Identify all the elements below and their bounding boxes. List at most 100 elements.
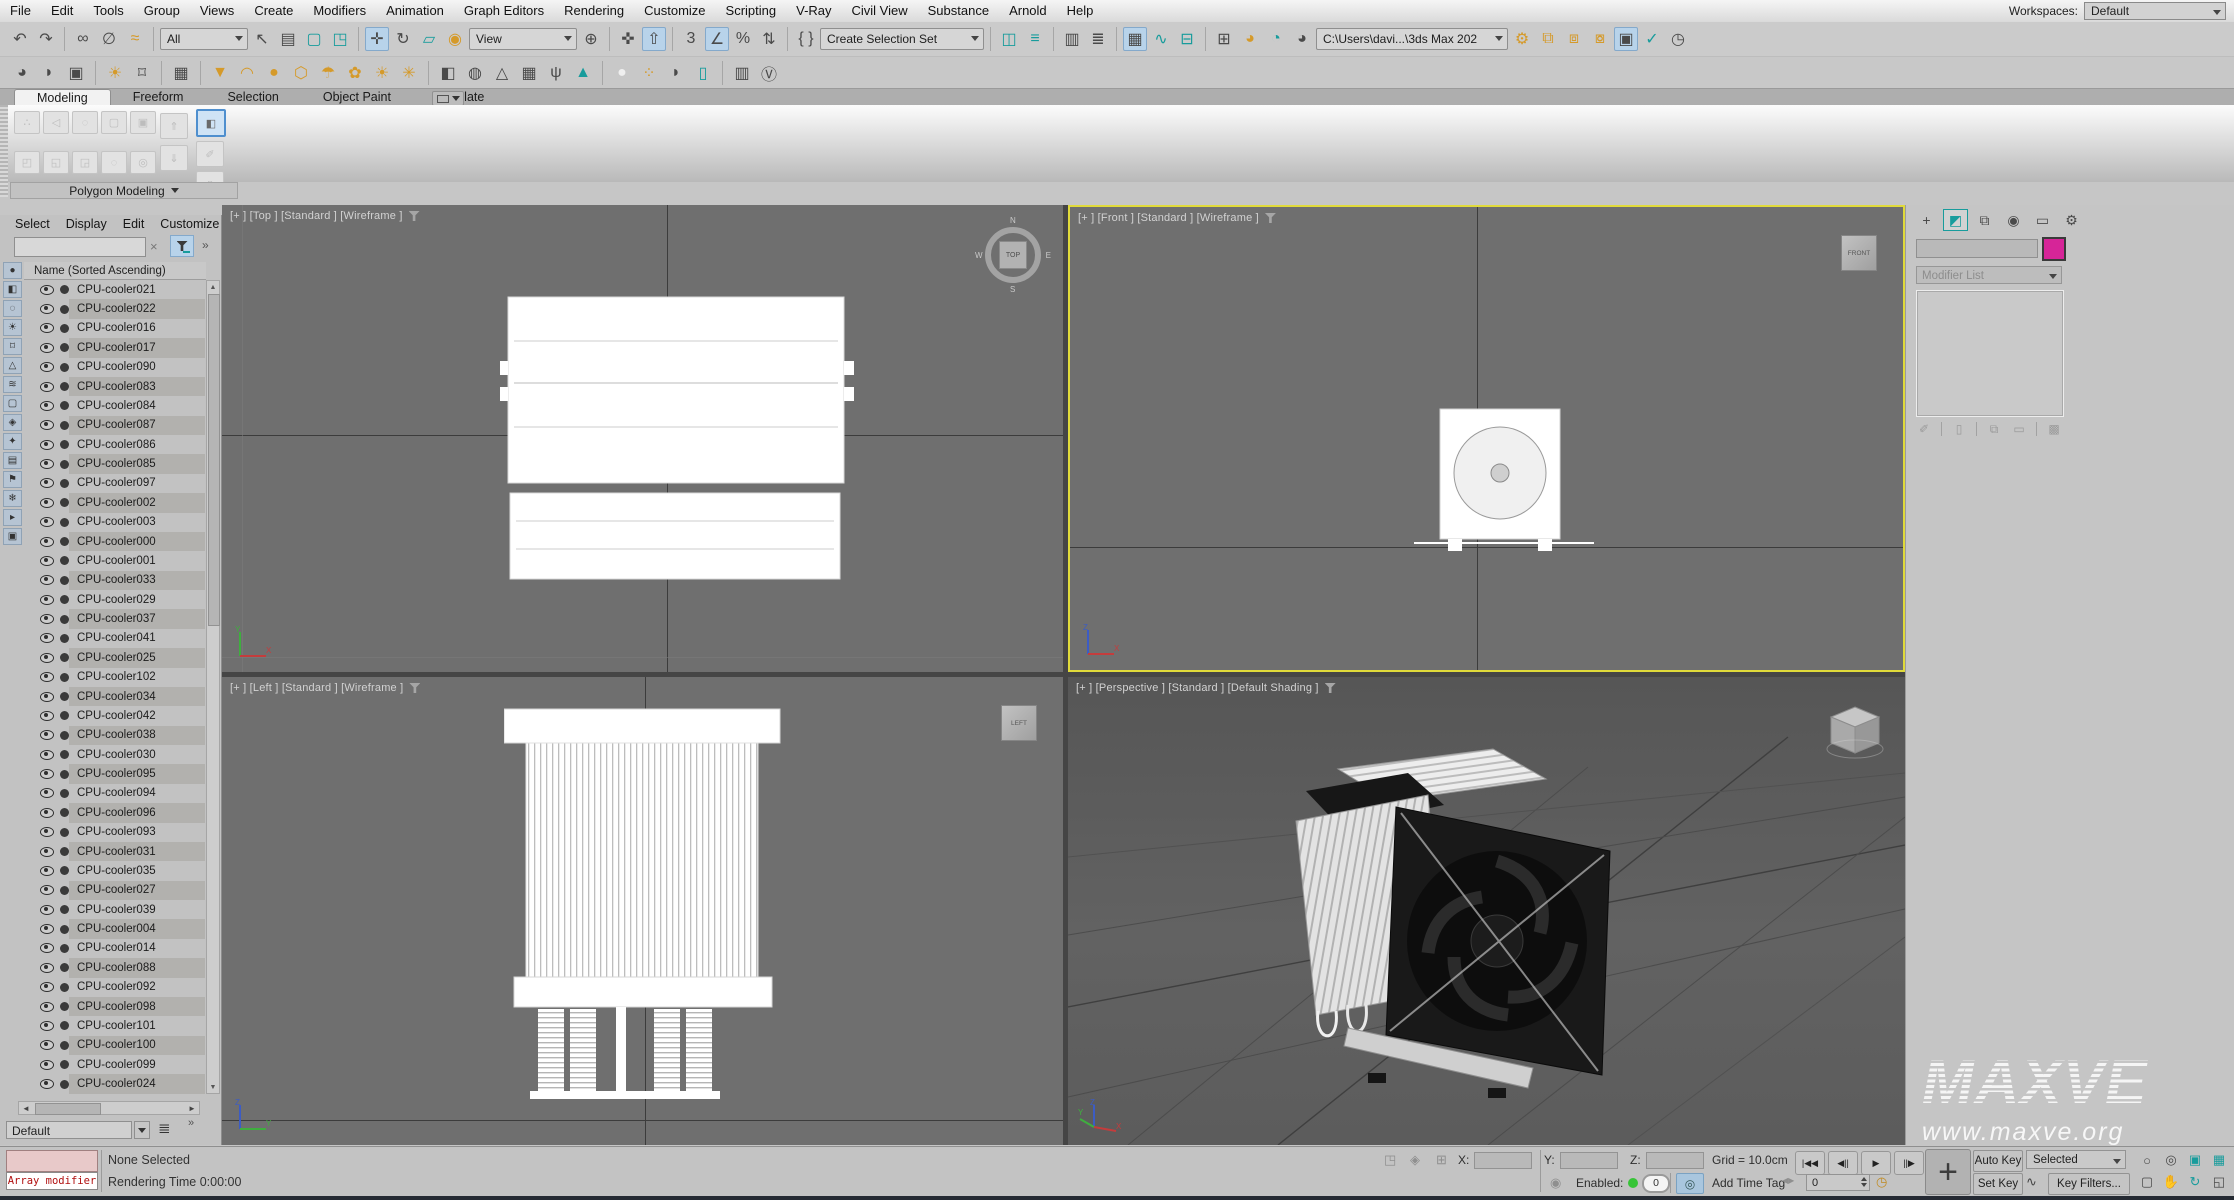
list-item[interactable]: CPU-cooler095	[24, 764, 205, 783]
steering-wheel-icon[interactable]: ◎	[1676, 1173, 1704, 1194]
project-path-dropdown[interactable]: C:\Users\davi...\3ds Max 202	[1316, 28, 1508, 50]
visibility-eye-icon[interactable]	[40, 498, 54, 508]
show-end-result-icon[interactable]: ▯	[1951, 421, 1967, 437]
list-item[interactable]: CPU-cooler094	[24, 784, 205, 803]
align-icon[interactable]: ≡	[1023, 27, 1047, 51]
visibility-eye-icon[interactable]	[40, 672, 54, 682]
expand-icon[interactable]: »	[188, 1117, 194, 1129]
list-item[interactable]: CPU-cooler024	[24, 1074, 205, 1093]
visibility-eye-icon[interactable]	[40, 1060, 54, 1070]
filter-groups-icon[interactable]: ▢	[3, 395, 22, 412]
select-by-name-icon[interactable]: ▤	[276, 27, 300, 51]
isolate-selection-icon[interactable]: ◳	[1384, 1152, 1396, 1168]
pylon-icon[interactable]: △	[490, 61, 514, 85]
compass-south[interactable]: S	[1010, 285, 1015, 294]
selection-dot-icon[interactable]	[60, 421, 69, 430]
box-icon[interactable]: ▣	[64, 61, 88, 85]
visibility-eye-icon[interactable]	[40, 943, 54, 953]
explorer-menu-select[interactable]: Select	[8, 217, 57, 231]
viewport-top[interactable]: [+ ] [Top ] [Standard ] [Wireframe ] TOP…	[222, 205, 1063, 672]
command-panel-tab-utilities[interactable]: ⚙	[2059, 209, 2084, 231]
selection-dot-icon[interactable]	[60, 750, 69, 759]
transform-type-in-icon[interactable]: ⊞	[1436, 1152, 1447, 1168]
toggle-ribbon-icon[interactable]: ▦	[1123, 27, 1147, 51]
list-item[interactable]: CPU-cooler031	[24, 842, 205, 861]
selection-dot-icon[interactable]	[60, 673, 69, 682]
selection-dot-icon[interactable]	[60, 828, 69, 837]
modifier-stack[interactable]	[1916, 290, 2064, 417]
visibility-eye-icon[interactable]	[40, 343, 54, 353]
visibility-eye-icon[interactable]	[40, 653, 54, 663]
viewport-label[interactable]: [+ ] [Perspective ] [Standard ] [Default…	[1076, 682, 1336, 694]
selection-dot-icon[interactable]	[60, 770, 69, 779]
film-camera-icon[interactable]: ▦	[169, 61, 193, 85]
list-item[interactable]: CPU-cooler090	[24, 358, 205, 377]
list-item[interactable]: CPU-cooler035	[24, 861, 205, 880]
list-item[interactable]: CPU-cooler000	[24, 532, 205, 551]
keyboard-shortcut-override-icon[interactable]: ⇧	[642, 27, 666, 51]
visibility-eye-icon[interactable]	[40, 401, 54, 411]
selection-dot-icon[interactable]	[60, 653, 69, 662]
clear-search-icon[interactable]: ×	[150, 239, 158, 254]
zoom-extents-all-button[interactable]: ▦	[2208, 1150, 2230, 1170]
sphere-arc-icon[interactable]: ◗	[37, 61, 61, 85]
visibility-eye-icon[interactable]	[40, 595, 54, 605]
edit-poly-mode-button[interactable]: ◰	[14, 151, 40, 174]
expand-toolbar-icon[interactable]: »	[202, 238, 209, 252]
sphere-swirl-icon[interactable]: ◍	[463, 61, 487, 85]
x-coordinate-input[interactable]	[1474, 1152, 1532, 1169]
sun-light-icon[interactable]: ☀	[370, 61, 394, 85]
go-to-start-button[interactable]: |◀◀	[1795, 1151, 1825, 1175]
modifier-list-dropdown[interactable]: Modifier List	[1916, 266, 2062, 284]
funnel-icon[interactable]	[409, 683, 420, 693]
menu-item-animation[interactable]: Animation	[376, 0, 454, 22]
zoom-extents-button[interactable]: ▣	[2184, 1150, 2206, 1170]
key-filters-button[interactable]: Key Filters...	[2048, 1173, 2130, 1195]
filter-frozen-icon[interactable]: ❄	[3, 490, 22, 507]
visibility-eye-icon[interactable]	[40, 788, 54, 798]
command-panel-tab-create[interactable]: +	[1914, 209, 1939, 231]
menu-item-help[interactable]: Help	[1057, 0, 1104, 22]
list-item[interactable]: CPU-cooler003	[24, 513, 205, 532]
camera-clap-icon[interactable]: ⌑	[130, 61, 154, 85]
funnel-icon[interactable]	[1265, 213, 1276, 223]
bind-to-space-warp-icon[interactable]: ≈	[123, 27, 147, 51]
select-and-link-icon[interactable]: ∞	[71, 27, 95, 51]
save-state-icon[interactable]: ⧈	[1562, 27, 1586, 51]
command-panel-tab-modify[interactable]: ◩	[1943, 209, 1968, 231]
play-button[interactable]: ▶	[1861, 1151, 1891, 1175]
menu-item-substance[interactable]: Substance	[918, 0, 999, 22]
zoom-all-button[interactable]: ◎	[2160, 1150, 2182, 1170]
list-item[interactable]: CPU-cooler002	[24, 493, 205, 512]
list-item[interactable]: CPU-cooler086	[24, 435, 205, 454]
visibility-eye-icon[interactable]	[40, 285, 54, 295]
pan-button[interactable]: ✋	[2160, 1172, 2182, 1192]
rays-light-icon[interactable]: ✳	[397, 61, 421, 85]
lightbulb-page-icon[interactable]: ☀	[103, 61, 127, 85]
maximize-viewport-button[interactable]: ◱	[2208, 1172, 2230, 1192]
next-frame-button[interactable]: ||▶	[1894, 1151, 1924, 1175]
dome-light-icon[interactable]: ◠	[235, 61, 259, 85]
tab-object-paint[interactable]: Object Paint	[301, 89, 413, 106]
visibility-eye-icon[interactable]	[40, 382, 54, 392]
undo-icon[interactable]: ↶	[8, 27, 32, 51]
funnel-icon[interactable]	[409, 211, 420, 221]
visibility-eye-icon[interactable]	[40, 963, 54, 973]
visibility-eye-icon[interactable]	[40, 827, 54, 837]
scroll-right-icon[interactable]: ►	[185, 1103, 199, 1113]
make-unique-icon[interactable]: ⧉	[1986, 421, 2002, 437]
window-crossing-icon[interactable]: ◳	[328, 27, 352, 51]
selection-dot-icon[interactable]	[60, 944, 69, 953]
visibility-eye-icon[interactable]	[40, 750, 54, 760]
toggle-layer-explorer-icon[interactable]: ≣	[1086, 27, 1110, 51]
page-teal-icon[interactable]: ▯	[691, 61, 715, 85]
preview-subdiv-button[interactable]: ◱	[43, 151, 69, 174]
angle-snap-toggle-icon[interactable]: ∠	[705, 27, 729, 51]
schematic-view-icon[interactable]: ⊟	[1175, 27, 1199, 51]
list-item[interactable]: CPU-cooler001	[24, 551, 205, 570]
active-layer-dropdown[interactable]: Default	[6, 1121, 132, 1139]
filter-cameras-icon[interactable]: ⌑	[3, 338, 22, 355]
filter-all-icon[interactable]: ●	[3, 262, 22, 279]
selection-dot-icon[interactable]	[60, 905, 69, 914]
filter-xrefs-icon[interactable]: ◈	[3, 414, 22, 431]
